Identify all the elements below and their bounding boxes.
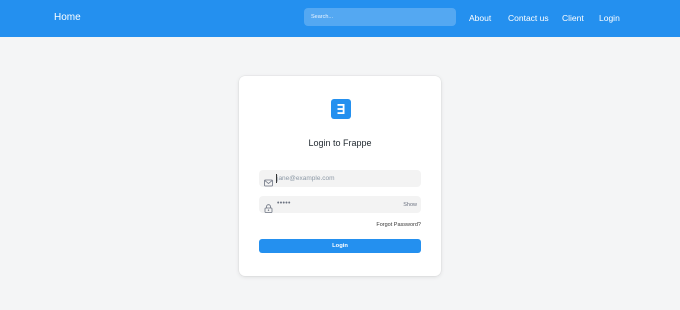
login-title: Login to Frappe (308, 138, 372, 148)
nav-link-contact[interactable]: Contact us (508, 13, 549, 23)
frappe-logo-icon (331, 99, 351, 119)
search-input[interactable]: Search... (304, 8, 456, 26)
password-field[interactable]: ••••• Show (259, 196, 421, 213)
nav-link-client[interactable]: Client (562, 13, 584, 23)
email-placeholder: jane@example.com (277, 174, 335, 182)
nav-home-link[interactable]: Home (54, 12, 81, 23)
nav-link-login[interactable]: Login (599, 13, 620, 23)
password-value: ••••• (277, 200, 291, 207)
login-button[interactable]: Login (259, 239, 421, 253)
login-card: Login to Frappe jane@example.com ••••• S… (239, 76, 441, 276)
show-password-toggle[interactable]: Show (403, 202, 417, 208)
top-navbar: Home Search... About Contact us Client L… (0, 0, 680, 37)
search-placeholder: Search... (311, 14, 334, 20)
email-field[interactable]: jane@example.com (259, 170, 421, 187)
lock-icon (264, 200, 273, 218)
mail-icon (264, 174, 273, 192)
nav-link-about[interactable]: About (469, 13, 491, 23)
forgot-password-link[interactable]: Forgot Password? (376, 222, 421, 228)
